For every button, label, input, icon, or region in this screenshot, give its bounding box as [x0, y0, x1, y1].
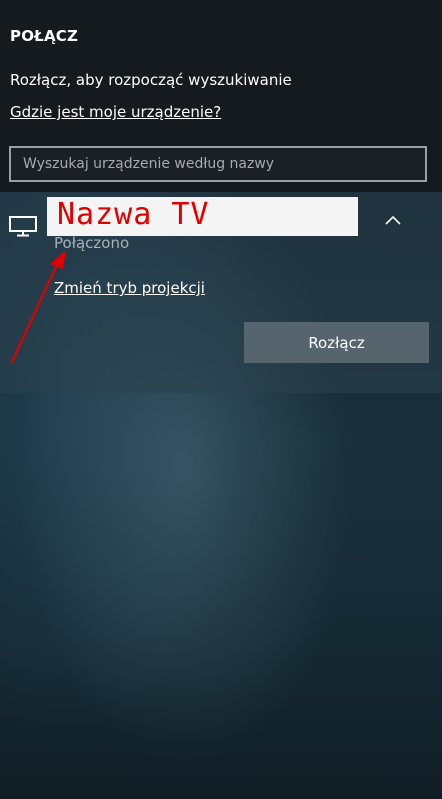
where-is-my-device-link[interactable]: Gdzie jest moje urządzenie?	[10, 103, 221, 121]
monitor-icon	[9, 216, 37, 237]
arrow-annotation	[10, 250, 66, 364]
panel-title: POŁĄCZ	[10, 27, 79, 45]
disconnect-hint: Rozłącz, aby rozpocząć wyszukiwanie	[10, 71, 292, 89]
chevron-up-icon[interactable]	[384, 214, 402, 226]
device-search-input[interactable]	[9, 146, 427, 182]
device-name-label: Nazwa TV	[47, 197, 358, 236]
disconnect-button[interactable]: Rozłącz	[244, 322, 429, 363]
